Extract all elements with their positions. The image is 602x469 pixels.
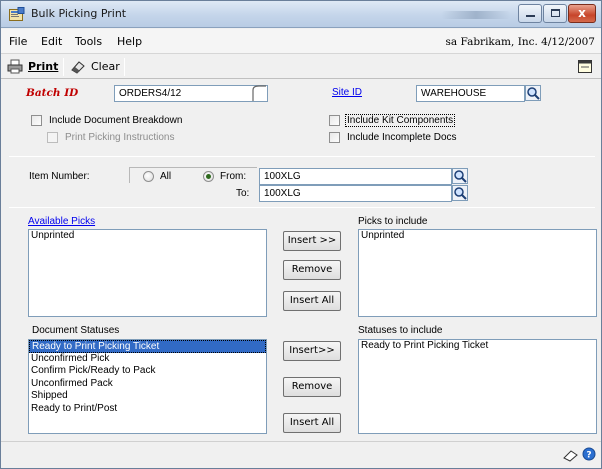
svg-text:?: ? <box>586 451 591 461</box>
menu-file[interactable]: File <box>9 35 27 48</box>
print-button[interactable]: Print <box>28 60 58 73</box>
app-icon <box>9 7 25 22</box>
menu-edit[interactable]: Edit <box>41 35 62 48</box>
batch-expansion-icon[interactable] <box>251 85 267 101</box>
batch-id-field[interactable]: ORDERS4/12 <box>114 85 268 102</box>
include-incomplete-docs-label: Include Incomplete Docs <box>347 132 457 143</box>
include-kit-components-label: Include Kit Components <box>345 114 456 127</box>
title-bar-glow <box>441 11 511 19</box>
printer-icon[interactable] <box>7 59 23 77</box>
menu-help[interactable]: Help <box>117 35 142 48</box>
maximize-button[interactable] <box>543 4 567 23</box>
item-number-label: Item Number: <box>29 171 90 182</box>
statuses-to-include-label: Statuses to include <box>358 325 443 336</box>
from-label: From: <box>220 171 247 182</box>
insert-picks-button[interactable]: Insert >> <box>283 231 341 251</box>
list-item[interactable]: Confirm Pick/Ready to Pack <box>29 365 266 378</box>
remove-status-button[interactable]: Remove <box>283 377 341 397</box>
list-item[interactable]: Shipped <box>29 390 266 403</box>
toolbar-separator <box>124 58 125 76</box>
minimize-button[interactable] <box>518 4 542 23</box>
bulk-picking-print-window: Bulk Picking Print x File Edit Tools Hel… <box>0 0 602 469</box>
picks-to-include-label: Picks to include <box>358 216 428 227</box>
available-picks-link[interactable]: Available Picks <box>28 216 95 227</box>
window-title: Bulk Picking Print <box>31 7 127 20</box>
eraser-status-icon[interactable] <box>563 448 579 465</box>
insert-status-button[interactable]: Insert>> <box>283 341 341 361</box>
list-item[interactable]: Unprinted <box>29 230 266 243</box>
item-to-field[interactable]: 100XLG <box>259 185 452 202</box>
include-document-breakdown-label: Include Document Breakdown <box>49 115 183 126</box>
insert-all-statuses-button[interactable]: Insert All <box>283 413 341 433</box>
insert-all-picks-button[interactable]: Insert All <box>283 291 341 311</box>
batch-id-label: Batch ID <box>26 87 79 99</box>
close-icon: x <box>578 6 586 20</box>
toolbar-separator <box>63 58 64 76</box>
site-lookup-icon[interactable] <box>525 85 541 101</box>
minimize-icon <box>526 15 535 17</box>
print-picking-instructions-label: Print Picking Instructions <box>65 132 175 143</box>
section-divider <box>9 156 595 157</box>
document-statuses-label: Document Statuses <box>32 325 120 336</box>
toolbar: Print Clear <box>1 55 601 79</box>
section-divider <box>9 207 595 208</box>
from-radio[interactable] <box>203 171 214 182</box>
list-item[interactable]: Ready to Print Picking Ticket <box>359 340 596 353</box>
list-item[interactable]: Unconfirmed Pick <box>29 353 266 366</box>
print-picking-instructions-checkbox[interactable] <box>47 132 58 143</box>
include-kit-components-checkbox[interactable] <box>329 115 340 126</box>
available-picks-list[interactable]: Unprinted <box>28 229 267 317</box>
item-from-lookup-icon[interactable] <box>452 168 468 184</box>
menu-tools[interactable]: Tools <box>75 35 102 48</box>
all-radio-label: All <box>160 171 172 182</box>
picks-to-include-list[interactable]: Unprinted <box>358 229 597 317</box>
clear-button[interactable]: Clear <box>91 60 120 73</box>
statuses-to-include-list[interactable]: Ready to Print Picking Ticket <box>358 339 597 434</box>
site-id-field[interactable]: WAREHOUSE <box>416 85 525 102</box>
all-radio[interactable] <box>143 171 154 182</box>
menu-bar: File Edit Tools Help sa Fabrikam, Inc. 4… <box>1 29 601 54</box>
include-incomplete-docs-checkbox[interactable] <box>329 132 340 143</box>
list-item[interactable]: Ready to Print/Post <box>29 403 266 416</box>
remove-picks-button[interactable]: Remove <box>283 260 341 280</box>
eraser-icon[interactable] <box>70 59 86 77</box>
close-button[interactable]: x <box>568 4 596 23</box>
maximize-icon <box>551 9 560 17</box>
site-id-link[interactable]: Site ID <box>332 87 362 98</box>
user-company-date: sa Fabrikam, Inc. 4/12/2007 <box>445 36 595 48</box>
document-statuses-list[interactable]: Ready to Print Picking Ticket Unconfirme… <box>28 339 267 434</box>
status-bar: ? <box>1 441 601 468</box>
item-from-field[interactable]: 100XLG <box>259 168 452 185</box>
help-icon[interactable]: ? <box>582 447 596 464</box>
note-icon[interactable] <box>578 60 592 76</box>
item-to-lookup-icon[interactable] <box>452 185 468 201</box>
to-label: To: <box>236 188 250 199</box>
list-item[interactable]: Ready to Print Picking Ticket <box>29 340 266 353</box>
list-item[interactable]: Unprinted <box>359 230 596 243</box>
list-item[interactable]: Unconfirmed Pack <box>29 378 266 391</box>
title-bar[interactable]: Bulk Picking Print x <box>1 1 601 28</box>
include-document-breakdown-checkbox[interactable] <box>31 115 42 126</box>
